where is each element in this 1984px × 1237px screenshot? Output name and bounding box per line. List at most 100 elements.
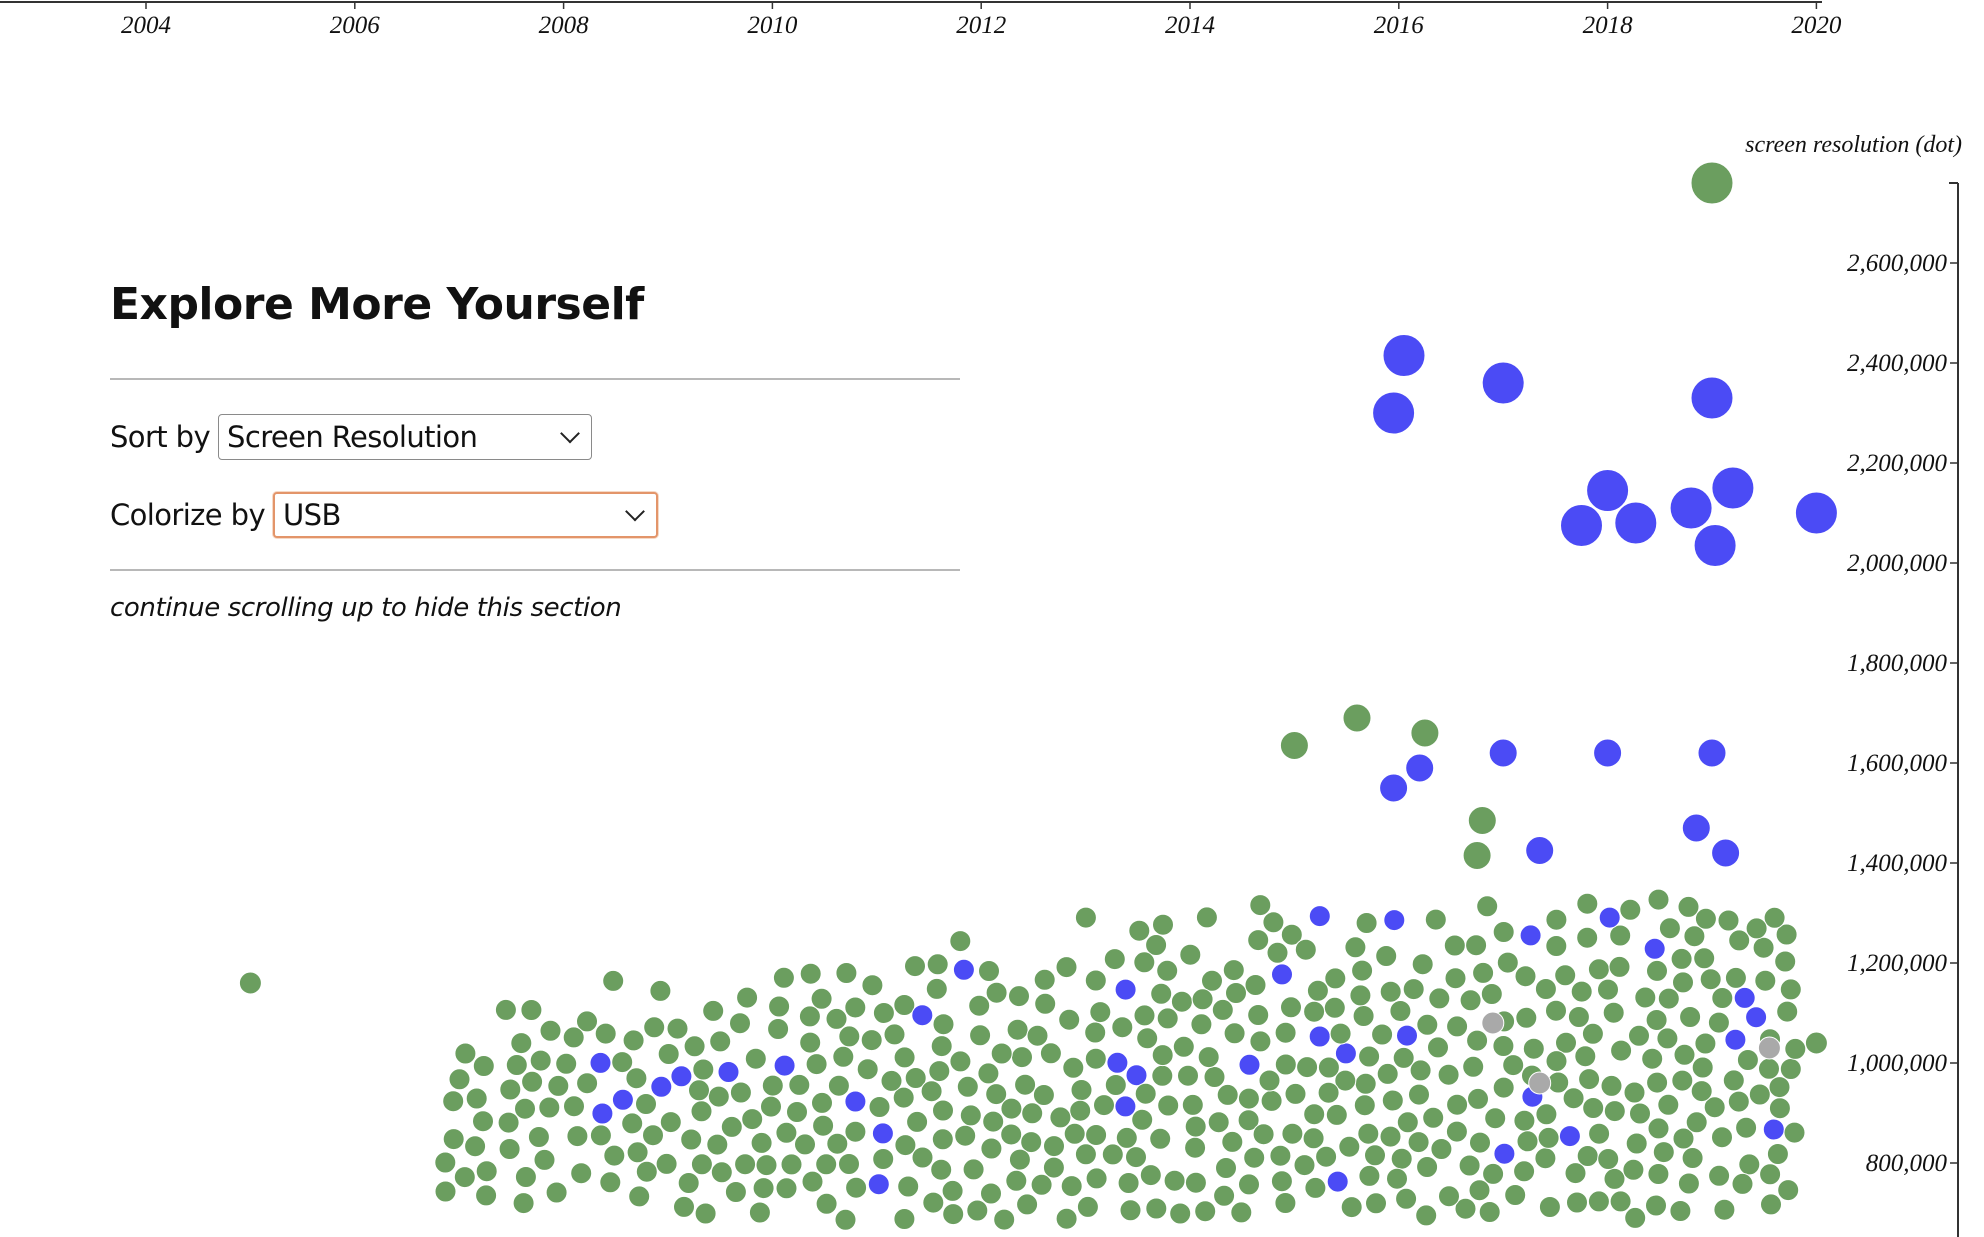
data-point[interactable] (794, 1133, 816, 1156)
data-point[interactable] (643, 1016, 666, 1039)
data-point[interactable] (1608, 955, 1631, 978)
data-point[interactable] (1492, 921, 1515, 943)
data-point[interactable] (1152, 913, 1174, 936)
data-point[interactable] (1190, 1013, 1213, 1036)
data-point[interactable] (1197, 1046, 1220, 1069)
data-point[interactable] (811, 1091, 833, 1114)
data-point[interactable] (1379, 980, 1402, 1003)
data-point[interactable] (1708, 1164, 1731, 1187)
data-point[interactable] (1136, 1027, 1159, 1050)
data-point[interactable] (566, 1125, 589, 1148)
data-point[interactable] (1134, 1082, 1157, 1105)
data-point[interactable] (952, 958, 975, 981)
data-point[interactable] (706, 1133, 729, 1156)
data-point[interactable] (1587, 1190, 1610, 1213)
data-point[interactable] (1222, 959, 1245, 982)
data-point[interactable] (1443, 934, 1466, 957)
data-point[interactable] (1496, 951, 1519, 974)
data-point[interactable] (920, 1080, 943, 1103)
data-point[interactable] (1690, 376, 1734, 420)
data-point[interactable] (1537, 1126, 1560, 1149)
data-point[interactable] (941, 1179, 964, 1202)
data-point[interactable] (1249, 894, 1272, 917)
data-point[interactable] (1230, 1201, 1253, 1224)
data-point[interactable] (1252, 1123, 1275, 1146)
data-point[interactable] (1492, 1076, 1515, 1099)
data-point[interactable] (1085, 1124, 1108, 1146)
data-point[interactable] (729, 1081, 752, 1104)
data-point[interactable] (1005, 1169, 1028, 1192)
data-point[interactable] (1000, 1097, 1023, 1120)
data-point[interactable] (448, 1068, 471, 1091)
data-point[interactable] (1325, 1103, 1348, 1126)
data-point[interactable] (1484, 1107, 1507, 1130)
data-point[interactable] (1735, 1116, 1758, 1139)
data-point[interactable] (1156, 959, 1179, 982)
data-point[interactable] (1570, 980, 1593, 1003)
data-point[interactable] (666, 1017, 689, 1040)
data-point[interactable] (1582, 1097, 1605, 1119)
data-point[interactable] (930, 1035, 953, 1058)
data-point[interactable] (1779, 978, 1802, 1001)
data-point[interactable] (1303, 1103, 1326, 1126)
data-point[interactable] (1156, 1007, 1179, 1030)
data-point[interactable] (1344, 936, 1367, 959)
data-point[interactable] (1727, 1090, 1750, 1113)
data-point[interactable] (1203, 1066, 1226, 1088)
data-point[interactable] (845, 1176, 868, 1199)
data-point[interactable] (635, 1160, 658, 1183)
data-point[interactable] (1184, 1115, 1207, 1138)
data-point[interactable] (1759, 1163, 1782, 1186)
data-point[interactable] (621, 1112, 644, 1135)
data-point[interactable] (1528, 1071, 1552, 1095)
data-point[interactable] (1211, 998, 1234, 1021)
data-point[interactable] (1545, 908, 1568, 931)
data-point[interactable] (1338, 1135, 1361, 1158)
data-point[interactable] (825, 1007, 848, 1030)
data-point[interactable] (872, 1002, 895, 1024)
data-point[interactable] (1614, 501, 1658, 545)
data-point[interactable] (736, 986, 759, 1009)
data-point[interactable] (1411, 953, 1434, 976)
data-point[interactable] (1794, 491, 1838, 535)
data-point[interactable] (801, 1170, 824, 1193)
data-point[interactable] (1545, 999, 1567, 1022)
data-point[interactable] (1554, 964, 1577, 987)
data-point[interactable] (904, 955, 926, 978)
data-point[interactable] (1766, 1143, 1789, 1165)
data-point[interactable] (1752, 936, 1775, 959)
data-point[interactable] (1006, 1018, 1029, 1041)
data-point[interactable] (1534, 1147, 1557, 1170)
data-point[interactable] (1324, 967, 1347, 990)
data-point[interactable] (1694, 907, 1717, 930)
data-point[interactable] (868, 1096, 891, 1118)
data-point[interactable] (1658, 917, 1681, 940)
data-point[interactable] (922, 1191, 945, 1214)
data-point[interactable] (562, 1026, 585, 1049)
data-point[interactable] (1602, 1001, 1625, 1024)
data-point[interactable] (1274, 1192, 1297, 1214)
data-point[interactable] (434, 1180, 457, 1203)
data-point[interactable] (767, 1018, 790, 1040)
data-point[interactable] (966, 1199, 989, 1222)
data-point[interactable] (810, 987, 833, 1010)
data-point[interactable] (1415, 1204, 1438, 1227)
data-point[interactable] (1364, 1144, 1386, 1167)
data-point[interactable] (1545, 935, 1568, 957)
data-point[interactable] (1558, 1125, 1581, 1148)
data-point[interactable] (649, 979, 672, 1002)
data-point[interactable] (498, 1138, 521, 1160)
data-point[interactable] (1191, 988, 1214, 1011)
data-point[interactable] (434, 1151, 457, 1174)
data-point[interactable] (710, 1161, 733, 1184)
data-point[interactable] (1711, 466, 1755, 510)
data-point[interactable] (1578, 1068, 1601, 1091)
sort-select[interactable]: Screen Resolution (218, 414, 593, 460)
data-point[interactable] (1677, 895, 1700, 918)
data-point[interactable] (1641, 1047, 1664, 1070)
data-point[interactable] (1545, 1050, 1568, 1073)
data-point[interactable] (760, 1095, 782, 1118)
data-point[interactable] (1244, 974, 1267, 996)
data-point[interactable] (748, 1201, 771, 1224)
data-point[interactable] (1609, 1190, 1632, 1213)
